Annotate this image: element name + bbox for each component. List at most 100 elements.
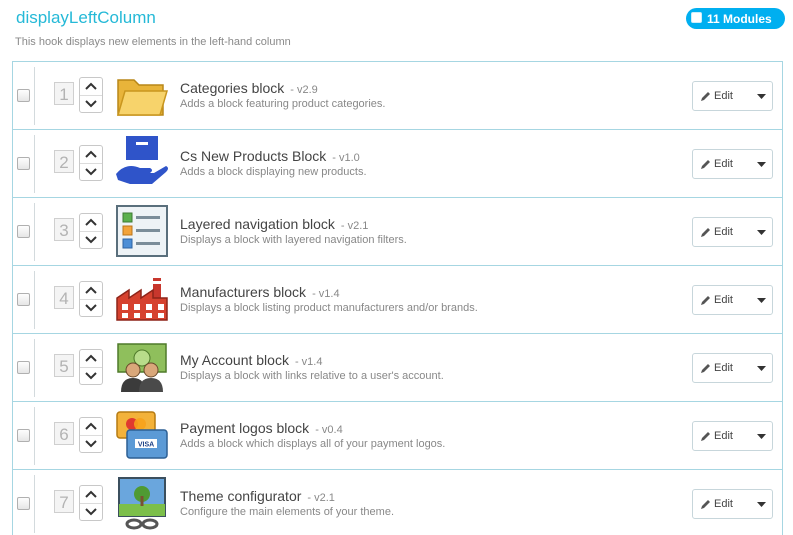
move-up-button[interactable] (80, 146, 102, 164)
module-list: 1 Categories block - v2.9 Adds a block fe… (12, 61, 783, 535)
chevron-up-icon (85, 286, 97, 294)
move-up-button[interactable] (80, 214, 102, 232)
module-description: Displays a block with links relative to … (180, 370, 444, 382)
module-name: Layered navigation block - v2.1 (180, 216, 368, 232)
reorder-arrows (79, 349, 103, 385)
caret-down-icon (756, 433, 766, 439)
module-row: 3 Layered navigation block - v2.1 Display… (13, 197, 782, 265)
edit-label: Edit (714, 430, 733, 442)
chevron-up-icon (85, 82, 97, 90)
module-checkbox[interactable] (17, 361, 30, 374)
edit-button[interactable]: Edit (693, 354, 750, 382)
pencil-icon (701, 295, 710, 305)
edit-button-group: Edit (692, 285, 773, 315)
edit-dropdown-toggle[interactable] (750, 150, 772, 178)
edit-button-group: Edit (692, 421, 773, 451)
edit-button[interactable]: Edit (693, 490, 750, 518)
factory-icon (116, 278, 168, 321)
move-down-button[interactable] (80, 368, 102, 385)
move-down-button[interactable] (80, 436, 102, 453)
move-down-button[interactable] (80, 164, 102, 181)
drag-divider (34, 135, 35, 193)
filter-list-icon (116, 205, 168, 257)
chevron-down-icon (85, 168, 97, 176)
position-number: 1 (54, 82, 74, 105)
module-row: 6 VISA Payment logos block - v0.4 Adds a … (13, 401, 782, 469)
move-down-button[interactable] (80, 300, 102, 317)
edit-label: Edit (714, 158, 733, 170)
pencil-icon (701, 431, 710, 441)
pencil-icon (701, 363, 710, 373)
new-products-icon (116, 136, 168, 184)
move-down-button[interactable] (80, 232, 102, 249)
module-title: My Account block (180, 352, 289, 368)
chevron-down-icon (85, 508, 97, 516)
edit-button-group: Edit (692, 353, 773, 383)
module-title: Cs New Products Block (180, 148, 327, 164)
edit-button[interactable]: Edit (693, 150, 750, 178)
edit-button[interactable]: Edit (693, 422, 750, 450)
edit-label: Edit (714, 90, 733, 102)
module-description: Displays a block with layered navigation… (180, 234, 407, 246)
module-name: Manufacturers block - v1.4 (180, 284, 340, 300)
module-checkbox[interactable] (17, 89, 30, 102)
caret-down-icon (756, 229, 766, 235)
move-up-button[interactable] (80, 486, 102, 504)
pencil-icon (701, 499, 710, 509)
chevron-up-icon (85, 490, 97, 498)
module-checkbox[interactable] (17, 429, 30, 442)
reorder-arrows (79, 145, 103, 181)
module-row: 4 Manufacturers block - v1.4 Displays a b… (13, 265, 782, 333)
edit-button[interactable]: Edit (693, 286, 750, 314)
chevron-down-icon (85, 372, 97, 380)
module-version: - v2.9 (290, 84, 318, 96)
edit-dropdown-toggle[interactable] (750, 422, 772, 450)
chevron-down-icon (85, 304, 97, 312)
edit-dropdown-toggle[interactable] (750, 82, 772, 110)
edit-dropdown-toggle[interactable] (750, 490, 772, 518)
select-all-checkbox[interactable] (691, 12, 702, 23)
module-row: 1 Categories block - v2.9 Adds a block fe… (13, 61, 782, 129)
edit-button-group: Edit (692, 489, 773, 519)
module-count-badge[interactable]: 11 Modules (686, 8, 785, 29)
edit-button-group: Edit (692, 81, 773, 111)
module-description: Adds a block displaying new products. (180, 166, 367, 178)
module-title: Theme configurator (180, 488, 302, 504)
module-checkbox[interactable] (17, 225, 30, 238)
module-description: Adds a block featuring product categorie… (180, 98, 386, 110)
module-version: - v0.4 (315, 424, 343, 436)
module-name: Categories block - v2.9 (180, 80, 318, 96)
move-up-button[interactable] (80, 350, 102, 368)
module-checkbox[interactable] (17, 497, 30, 510)
position-number: 2 (54, 150, 74, 173)
position-number: 6 (54, 422, 74, 445)
reorder-arrows (79, 213, 103, 249)
module-row: 5 My Account block - v1.4 Displays a bloc… (13, 333, 782, 401)
hook-description: This hook displays new elements in the l… (15, 36, 291, 48)
edit-button[interactable]: Edit (693, 218, 750, 246)
move-down-button[interactable] (80, 504, 102, 521)
module-version: - v2.1 (340, 220, 369, 232)
move-up-button[interactable] (80, 78, 102, 96)
move-up-button[interactable] (80, 418, 102, 436)
edit-dropdown-toggle[interactable] (750, 286, 772, 314)
module-description: Displays a block listing product manufac… (180, 302, 478, 314)
module-checkbox[interactable] (17, 293, 30, 306)
drag-divider (34, 271, 35, 329)
edit-button[interactable]: Edit (693, 82, 750, 110)
module-description: Configure the main elements of your them… (180, 506, 395, 518)
pencil-icon (701, 91, 710, 101)
move-up-button[interactable] (80, 282, 102, 300)
module-version: - v2.1 (307, 492, 335, 504)
module-checkbox[interactable] (17, 157, 30, 170)
position-number: 5 (54, 354, 74, 377)
drag-divider (34, 339, 35, 397)
module-title: Manufacturers block (180, 284, 307, 300)
drag-divider (34, 67, 35, 125)
drag-divider (34, 203, 35, 261)
edit-button-group: Edit (692, 217, 773, 247)
edit-dropdown-toggle[interactable] (750, 354, 772, 382)
move-down-button[interactable] (80, 96, 102, 113)
position-number: 4 (54, 286, 74, 309)
edit-dropdown-toggle[interactable] (750, 218, 772, 246)
